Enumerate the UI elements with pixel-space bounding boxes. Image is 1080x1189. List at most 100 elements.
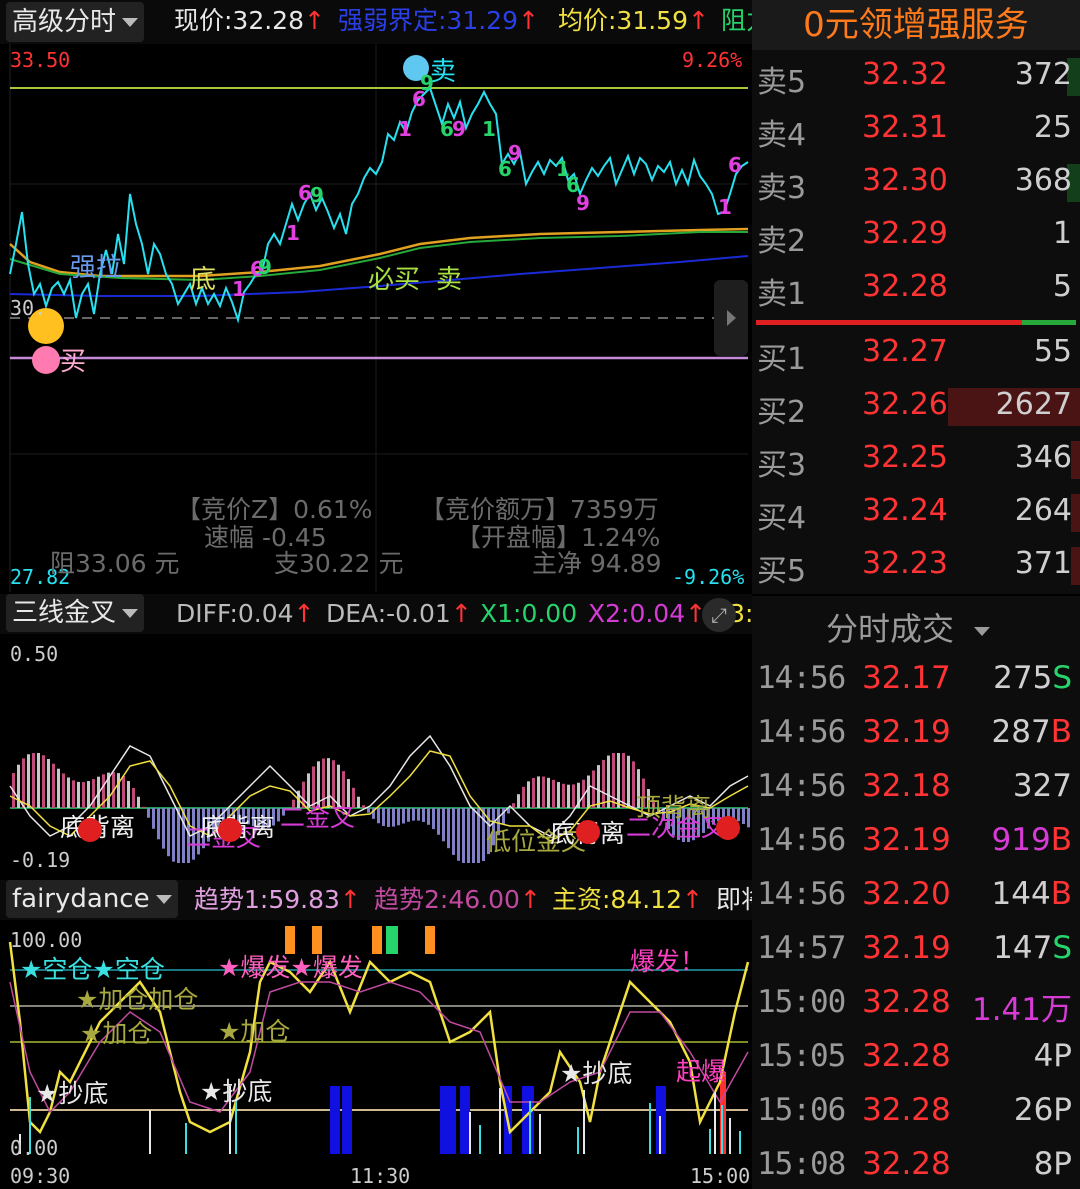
macd-histogram-bar xyxy=(432,808,435,830)
trade-volume: 327 xyxy=(1013,768,1072,804)
ask-volume: 368 xyxy=(1014,163,1072,198)
chart-panel[interactable]: 高级分时 现价:32.28↑ 强弱界定:31.29↑ 均价:31.59↑ 阻力 … xyxy=(0,0,752,1189)
macd-y-low: -0.19 xyxy=(10,848,71,872)
macd-histogram-bar xyxy=(27,754,30,808)
macd-histogram-bar xyxy=(587,775,590,808)
macd-histogram-bar xyxy=(632,761,635,808)
svg-text:9: 9 xyxy=(576,191,590,215)
red-dot-icon xyxy=(576,820,600,844)
red-dot-icon xyxy=(218,818,242,842)
bid-row[interactable]: 买5 32.23 371 xyxy=(752,539,1080,592)
trade-volume: 275S xyxy=(993,660,1072,696)
ask-level-label: 卖4 xyxy=(757,118,807,153)
macd-histogram-bar xyxy=(82,782,85,808)
macd-histogram-bar xyxy=(367,808,370,813)
macd-histogram-bar xyxy=(132,788,135,808)
macd-histogram-bar xyxy=(537,776,540,808)
fairy-header-bar: fairydance 趋势1:59.83↑ 趋势2:46.00↑ 主资:84.1… xyxy=(0,880,752,920)
now-price: 现价:32.28↑ xyxy=(174,4,325,38)
trade-time: 15:05 xyxy=(757,1038,846,1074)
macd-x2-text: X2:0.04 xyxy=(588,599,686,628)
svg-text:9: 9 xyxy=(258,255,272,279)
fairy-chart[interactable]: ★空仓★空仓 ★爆发★爆发 ★加仓加仓 ★加仓 ★加仓 ★抄底 ★抄底 ★抄底 … xyxy=(0,922,752,1162)
svg-text:6: 6 xyxy=(728,153,742,177)
bid-row[interactable]: 买1 32.27 55 xyxy=(752,327,1080,380)
macd-histogram-bar xyxy=(737,808,740,822)
bid-row[interactable]: 买2 32.26 2627 xyxy=(752,380,1080,433)
macd-histogram-bar xyxy=(532,777,535,808)
chevron-down-icon xyxy=(155,895,172,904)
ask-row[interactable]: 卖1 32.28 5 xyxy=(752,262,1080,315)
macd-histogram-bar xyxy=(167,808,170,857)
ask-volume: 1 xyxy=(1052,216,1072,251)
time-axis-start: 09:30 xyxy=(10,1164,71,1188)
fairy-bottom2: ★抄底 xyxy=(200,1077,272,1106)
ask-level-label: 卖1 xyxy=(757,277,807,312)
macd-histogram-bar xyxy=(542,776,545,808)
ask-volume: 372 xyxy=(1014,57,1072,92)
ask-level-label: 卖5 xyxy=(757,65,807,100)
fairy-rise: 起爆 xyxy=(676,1057,726,1086)
ask-row[interactable]: 卖4 32.31 25 xyxy=(752,103,1080,156)
macd-histogram-bar xyxy=(557,782,560,808)
ask-price: 32.28 xyxy=(862,269,948,304)
macd-histogram-bar xyxy=(387,808,390,827)
ask-volume: 25 xyxy=(1033,110,1072,145)
fairy-explode: 爆发！ xyxy=(630,947,705,976)
ask-level-label: 卖3 xyxy=(757,171,807,206)
promo-banner[interactable]: 0元领增强服务 xyxy=(752,0,1080,50)
macd-histogram-bar xyxy=(402,808,405,824)
macd-histogram-bar xyxy=(417,808,420,821)
macd-diff: DIFF:0.04↑ xyxy=(176,599,315,628)
trade-volume-value: 1.41万 xyxy=(971,992,1072,1028)
bid-row[interactable]: 买3 32.25 346 xyxy=(752,433,1080,486)
red-dot-icon xyxy=(78,818,102,842)
expand-icon[interactable]: ⤢ xyxy=(702,598,736,632)
macd-histogram-bar xyxy=(462,808,465,863)
pct-low: -9.26% xyxy=(672,565,745,589)
macd-histogram-bar xyxy=(612,753,615,808)
macd-y-high: 0.50 xyxy=(10,642,59,666)
ask-row[interactable]: 卖2 32.29 1 xyxy=(752,209,1080,262)
support-value: 支30.22 元 xyxy=(274,549,404,578)
macd-histogram-bar xyxy=(152,808,155,829)
macd-label-3: 二金叉 xyxy=(280,803,355,832)
up-arrow-icon: ↑ xyxy=(304,6,325,35)
ask-row[interactable]: 卖3 32.30 368 xyxy=(752,156,1080,209)
macd-histogram-bar xyxy=(602,759,605,808)
macd-chart[interactable]: 底背离 二金叉 底背离 二金叉 低位金叉 底背离 二次金叉 顶背离 xyxy=(0,636,752,874)
macd-dea-text: DEA:-0.01 xyxy=(326,599,451,628)
macd-indicator-dropdown[interactable]: 三线金叉 xyxy=(6,594,145,632)
macd-histogram-bar xyxy=(337,764,340,808)
macd-histogram-bar xyxy=(117,773,120,808)
macd-histogram-bar xyxy=(572,784,575,808)
trade-time: 14:56 xyxy=(757,660,846,696)
ask-level-label: 卖2 xyxy=(757,224,807,259)
trade-time: 15:00 xyxy=(757,984,846,1020)
fairy-add3: ★加仓 xyxy=(218,1017,290,1046)
fairy-empty-pos: ★空仓★空仓 xyxy=(20,955,165,984)
strength-line-text: 强弱界定:31.29 xyxy=(338,6,518,35)
macd-histogram-bar xyxy=(452,808,455,855)
fairy-indicator-dropdown[interactable]: fairydance xyxy=(6,880,178,918)
macd-histogram-bar xyxy=(552,779,555,808)
macd-histogram-bar xyxy=(42,755,45,808)
macd-x2: X2:0.04↑ xyxy=(588,599,707,628)
fairy-bottom1: ★抄底 xyxy=(36,1079,108,1108)
ask-row[interactable]: 卖5 32.32 372 xyxy=(752,50,1080,103)
avg-price-text: 均价:31.59 xyxy=(558,6,688,35)
chart-mode-dropdown[interactable]: 高级分时 xyxy=(6,2,145,42)
macd-diff-text: DIFF:0.04 xyxy=(176,599,294,628)
bid-row[interactable]: 买4 32.24 264 xyxy=(752,486,1080,539)
buy-sell-ratio-bar xyxy=(756,320,1076,325)
bid-volume: 2627 xyxy=(995,387,1072,422)
up-arrow-icon: ↑ xyxy=(518,6,539,35)
fairy-main-fund-text: 主资:84.12 xyxy=(552,885,682,914)
trades-title-dropdown[interactable]: 分时成交 xyxy=(826,604,991,650)
trade-volume-value: 8 xyxy=(1033,1146,1054,1182)
trade-volume: 919B xyxy=(992,822,1072,858)
macd-histogram-bar xyxy=(527,781,530,808)
trade-row: 15:08 32.28 8P xyxy=(752,1138,1080,1189)
trade-price: 32.18 xyxy=(862,768,951,804)
strong-pull-label: 强拉 xyxy=(70,253,122,283)
